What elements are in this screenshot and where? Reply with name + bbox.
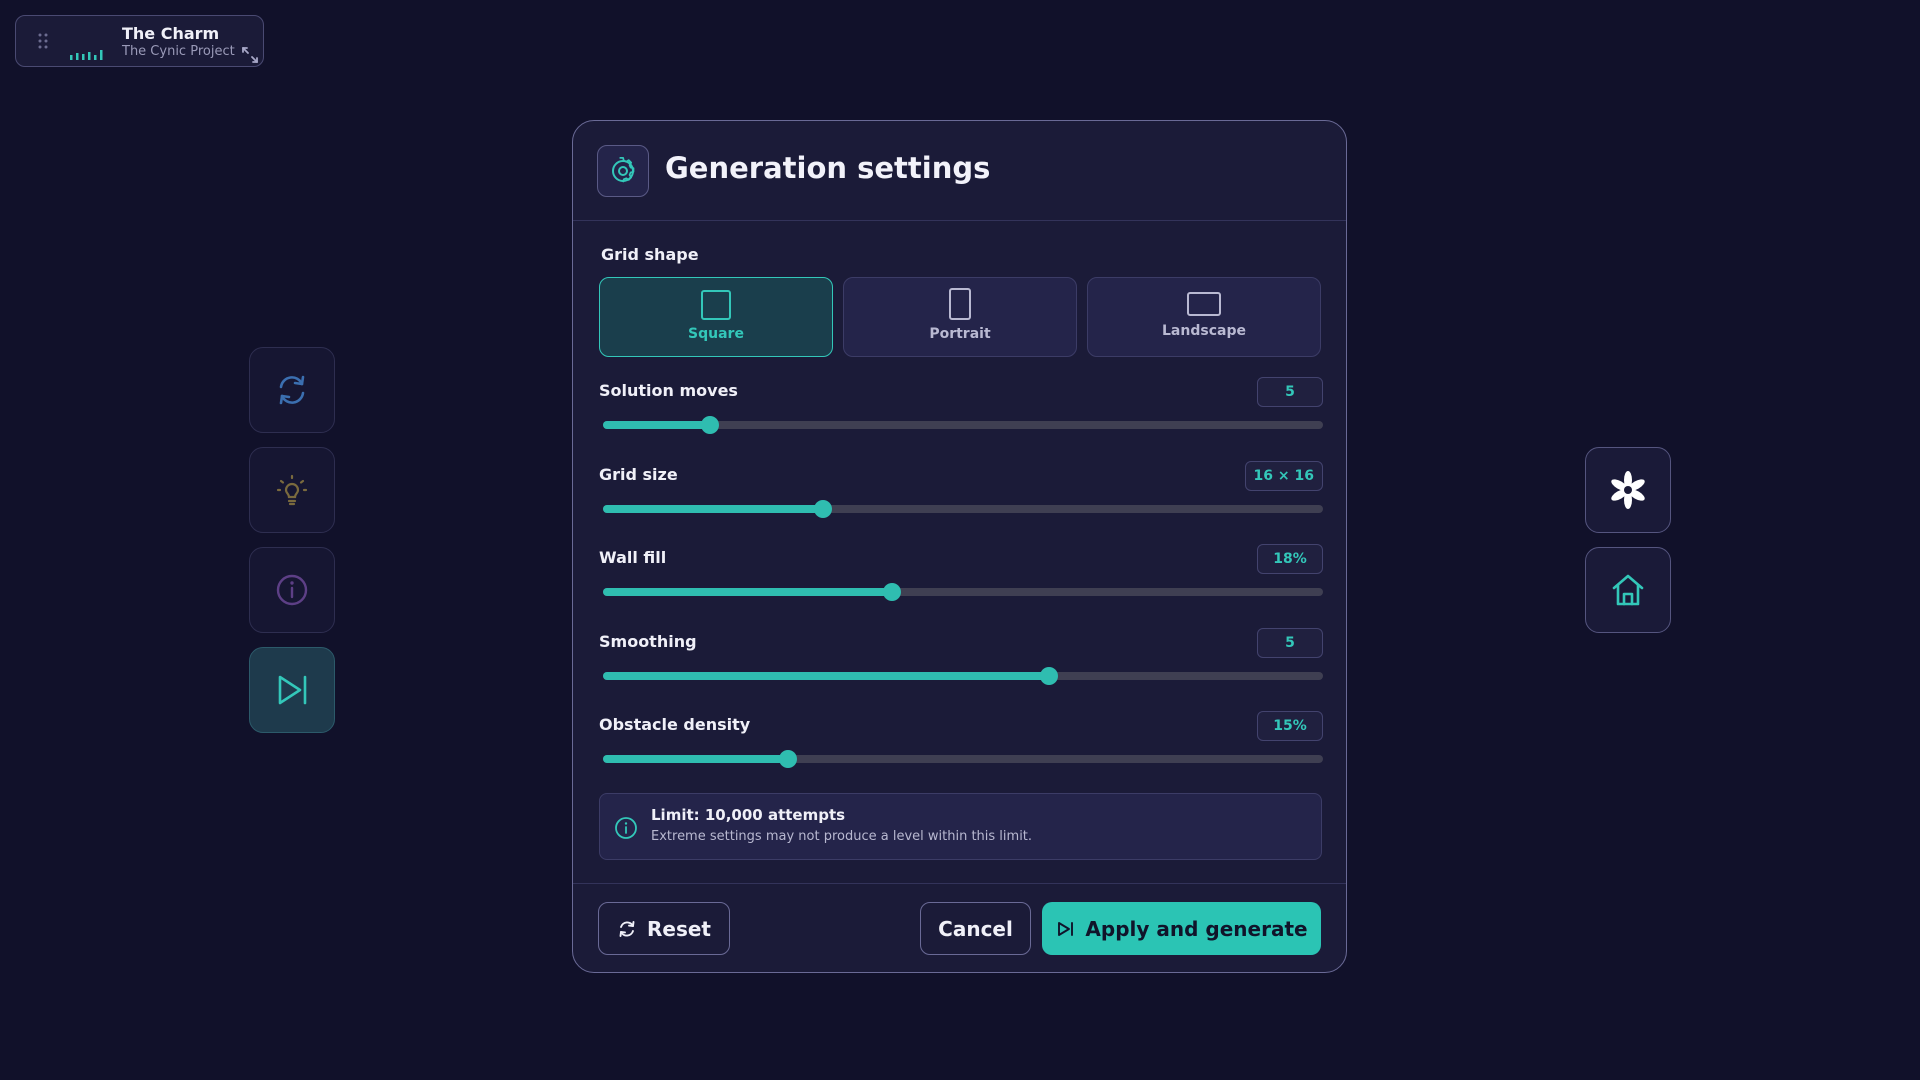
grid-shape-label: Grid shape bbox=[601, 245, 699, 264]
setting-label: Solution moves bbox=[599, 381, 738, 400]
setting-solution-moves: Solution moves 5 bbox=[599, 377, 1323, 451]
generation-settings-dialog: Generation settings Grid shape Square Po… bbox=[572, 120, 1347, 973]
setting-value: 15% bbox=[1257, 711, 1323, 741]
equalizer-icon bbox=[70, 50, 103, 60]
slider-thumb[interactable] bbox=[779, 750, 798, 768]
attempt-limit-notice: Limit: 10,000 attempts Extreme settings … bbox=[599, 793, 1322, 860]
app-stage: The Charm The Cynic Project Generation s… bbox=[0, 0, 1920, 1080]
info-icon bbox=[615, 817, 637, 839]
setting-value: 5 bbox=[1257, 628, 1323, 658]
slider-fill bbox=[603, 588, 893, 596]
theme-button[interactable] bbox=[1585, 447, 1671, 533]
drag-grip-icon[interactable] bbox=[38, 32, 48, 51]
gear-icon bbox=[612, 157, 635, 183]
square-shape-icon bbox=[701, 290, 731, 320]
slider-fill bbox=[603, 421, 710, 429]
portrait-shape-icon bbox=[949, 288, 971, 320]
setting-value: 18% bbox=[1257, 544, 1323, 574]
skip-level-button[interactable] bbox=[249, 647, 335, 733]
skip-next-icon bbox=[1058, 921, 1074, 936]
now-playing-chip[interactable]: The Charm The Cynic Project bbox=[15, 15, 264, 67]
slider-track[interactable] bbox=[603, 583, 1323, 601]
setting-obstacle-density: Obstacle density 15% bbox=[599, 711, 1323, 785]
cancel-button[interactable]: Cancel bbox=[920, 902, 1031, 955]
dialog-header: Generation settings bbox=[573, 121, 1346, 221]
skip-next-icon bbox=[278, 675, 307, 705]
setting-smoothing: Smoothing 5 bbox=[599, 628, 1323, 702]
slider-thumb[interactable] bbox=[813, 500, 832, 518]
setting-label: Obstacle density bbox=[599, 715, 751, 734]
reset-button[interactable]: Reset bbox=[598, 902, 730, 955]
notice-text: Extreme settings may not produce a level… bbox=[651, 829, 1033, 844]
dialog-footer: Reset Cancel Apply and generate bbox=[573, 883, 1346, 973]
shape-label: Portrait bbox=[929, 326, 991, 342]
slider-thumb[interactable] bbox=[700, 416, 719, 434]
apply-and-generate-button[interactable]: Apply and generate bbox=[1042, 902, 1321, 955]
cancel-label: Cancel bbox=[938, 916, 1013, 941]
setting-label: Wall fill bbox=[599, 548, 667, 567]
dialog-title: Generation settings bbox=[665, 151, 991, 185]
expand-icon[interactable] bbox=[240, 45, 260, 65]
slider-track[interactable] bbox=[603, 500, 1323, 518]
setting-wall-fill: Wall fill 18% bbox=[599, 544, 1323, 618]
slider-track[interactable] bbox=[603, 750, 1323, 768]
shape-option-square[interactable]: Square bbox=[599, 277, 833, 357]
refresh-icon bbox=[279, 375, 305, 405]
reset-icon bbox=[619, 920, 635, 937]
slider-track[interactable] bbox=[603, 667, 1323, 685]
slider-thumb[interactable] bbox=[1040, 667, 1059, 685]
info-icon bbox=[276, 574, 308, 606]
setting-value: 5 bbox=[1257, 377, 1323, 407]
setting-grid-size: Grid size 16 × 16 bbox=[599, 461, 1323, 535]
notice-title: Limit: 10,000 attempts bbox=[651, 806, 846, 824]
home-icon bbox=[1612, 574, 1644, 606]
reset-label: Reset bbox=[647, 916, 711, 941]
settings-badge bbox=[597, 145, 649, 197]
hint-button[interactable] bbox=[249, 447, 335, 533]
lightbulb-icon bbox=[276, 474, 308, 506]
shape-label: Square bbox=[688, 326, 744, 342]
shape-option-portrait[interactable]: Portrait bbox=[843, 277, 1077, 357]
home-button[interactable] bbox=[1585, 547, 1671, 633]
landscape-shape-icon bbox=[1187, 292, 1221, 316]
song-title: The Charm bbox=[122, 24, 220, 43]
apply-label: Apply and generate bbox=[1085, 916, 1308, 941]
slider-fill bbox=[603, 505, 823, 513]
song-artist: The Cynic Project bbox=[122, 44, 235, 59]
slider-fill bbox=[603, 672, 1050, 680]
shape-option-landscape[interactable]: Landscape bbox=[1087, 277, 1321, 357]
setting-label: Grid size bbox=[599, 465, 678, 484]
slider-fill bbox=[603, 755, 789, 763]
setting-value: 16 × 16 bbox=[1244, 461, 1323, 491]
slider-thumb[interactable] bbox=[883, 583, 902, 601]
setting-label: Smoothing bbox=[599, 632, 697, 651]
flower-icon bbox=[1611, 471, 1645, 509]
restart-button[interactable] bbox=[249, 347, 335, 433]
slider-track[interactable] bbox=[603, 416, 1323, 434]
info-button[interactable] bbox=[249, 547, 335, 633]
shape-label: Landscape bbox=[1162, 323, 1246, 339]
